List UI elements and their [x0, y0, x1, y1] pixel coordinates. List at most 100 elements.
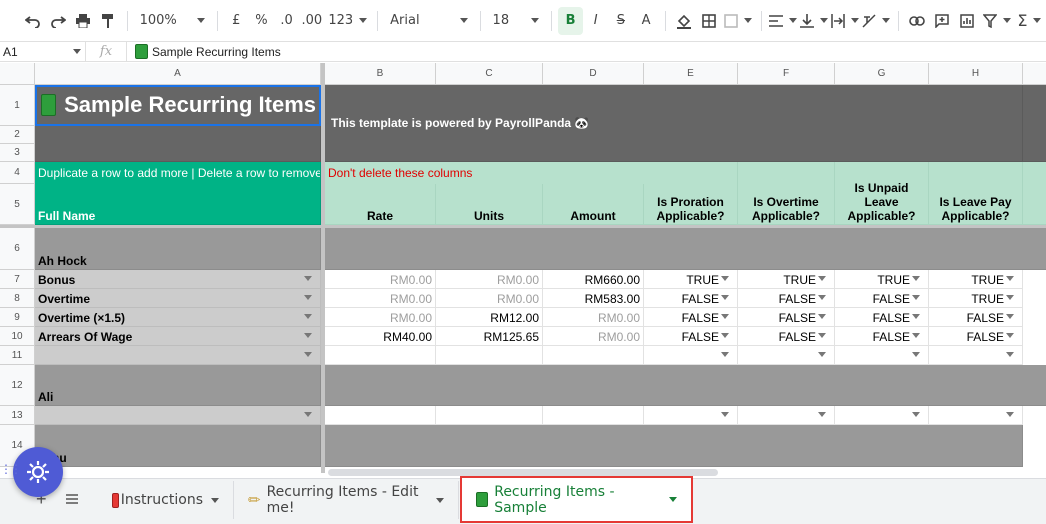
- units-cell[interactable]: RM0.00: [436, 270, 543, 289]
- full-name-header[interactable]: Full Name: [35, 184, 321, 225]
- name-box[interactable]: A1: [0, 41, 86, 62]
- percent-format-button[interactable]: %: [249, 7, 274, 35]
- employee-name-cell[interactable]: Ali: [35, 365, 321, 406]
- empty-dropdown-cell[interactable]: [644, 406, 738, 425]
- amount-cell[interactable]: RM0.00: [543, 327, 644, 346]
- overtime-cell[interactable]: TRUE: [738, 270, 835, 289]
- text-wrap-icon[interactable]: [830, 7, 861, 35]
- insert-comment-icon[interactable]: [930, 7, 955, 35]
- row-header-5[interactable]: 5: [0, 184, 35, 225]
- redo-icon[interactable]: [45, 7, 70, 35]
- amount-cell[interactable]: RM0.00: [543, 308, 644, 327]
- column-header-a[interactable]: A: [35, 63, 321, 85]
- frozen-row-divider[interactable]: [0, 225, 1046, 228]
- amount-cell[interactable]: RM583.00: [543, 289, 644, 308]
- decrease-decimal-button[interactable]: .0: [274, 7, 299, 35]
- fill-color-icon[interactable]: [672, 7, 697, 35]
- column-header-g[interactable]: G: [835, 63, 929, 85]
- zoom-select[interactable]: 100%: [134, 7, 211, 35]
- merge-cells-icon[interactable]: [722, 7, 755, 35]
- item-name-cell[interactable]: Bonus: [35, 270, 321, 289]
- rate-cell[interactable]: RM0.00: [325, 308, 436, 327]
- empty-item-cell[interactable]: [35, 406, 321, 425]
- title-filler-cell[interactable]: [35, 126, 321, 162]
- empty-units-cell[interactable]: [436, 346, 543, 365]
- empty-rate-cell[interactable]: [325, 406, 436, 425]
- bold-icon[interactable]: B: [557, 6, 584, 35]
- overtime-header[interactable]: Is Overtime Applicable?: [738, 162, 835, 225]
- instruction-cell[interactable]: Duplicate a row to add more | Delete a r…: [35, 162, 321, 184]
- select-all-corner[interactable]: [0, 63, 35, 85]
- more-formats-button[interactable]: 123: [324, 7, 371, 35]
- formula-input[interactable]: Sample Recurring Items: [126, 41, 281, 62]
- proration-cell[interactable]: TRUE: [644, 270, 738, 289]
- rate-cell[interactable]: RM40.00: [325, 327, 436, 346]
- drag-handle-icon[interactable]: ⋮⋮: [0, 462, 22, 476]
- extension-fab-button[interactable]: [13, 447, 63, 497]
- row-header-12[interactable]: 12: [0, 365, 35, 406]
- empty-amount-cell[interactable]: [543, 406, 644, 425]
- row-header-6[interactable]: 6: [0, 228, 35, 270]
- tab-recurring-items-sample[interactable]: Recurring Items - Sample: [460, 476, 693, 523]
- row-header-13[interactable]: 13: [0, 406, 35, 425]
- row-header-11[interactable]: 11: [0, 346, 35, 365]
- empty-dropdown-cell[interactable]: [835, 406, 929, 425]
- empty-units-cell[interactable]: [436, 406, 543, 425]
- unpaid-leave-cell[interactable]: TRUE: [835, 270, 929, 289]
- row-header-7[interactable]: 7: [0, 270, 35, 289]
- borders-icon[interactable]: [697, 7, 722, 35]
- row-header-10[interactable]: 10: [0, 327, 35, 346]
- text-color-icon[interactable]: A: [633, 7, 658, 35]
- empty-item-cell[interactable]: [35, 346, 321, 365]
- row-header-1[interactable]: 1: [0, 85, 35, 126]
- rate-cell[interactable]: RM0.00: [325, 289, 436, 308]
- empty-dropdown-cell[interactable]: [738, 346, 835, 365]
- units-cell[interactable]: RM125.65: [436, 327, 543, 346]
- item-name-cell[interactable]: Overtime: [35, 289, 321, 308]
- currency-format-button[interactable]: £: [224, 7, 249, 35]
- empty-amount-cell[interactable]: [543, 346, 644, 365]
- empty-dropdown-cell[interactable]: [929, 346, 1023, 365]
- column-header-c[interactable]: C: [436, 63, 543, 85]
- proration-cell[interactable]: FALSE: [644, 308, 738, 327]
- print-icon[interactable]: [70, 7, 95, 35]
- row-header-2[interactable]: 2: [0, 126, 35, 144]
- amount-cell[interactable]: RM660.00: [543, 270, 644, 289]
- empty-dropdown-cell[interactable]: [835, 346, 929, 365]
- row-header-8[interactable]: 8: [0, 289, 35, 308]
- increase-decimal-button[interactable]: .00: [299, 7, 324, 35]
- column-header-h[interactable]: H: [929, 63, 1023, 85]
- units-cell[interactable]: RM0.00: [436, 289, 543, 308]
- text-rotation-icon[interactable]: [861, 7, 892, 35]
- insert-chart-icon[interactable]: [955, 7, 980, 35]
- overtime-cell[interactable]: FALSE: [738, 308, 835, 327]
- leave-pay-cell[interactable]: TRUE: [929, 270, 1023, 289]
- empty-rate-cell[interactable]: [325, 346, 436, 365]
- horizontal-align-icon[interactable]: [768, 7, 799, 35]
- tab-recurring-items-edit[interactable]: ✏ Recurring Items - Edit me!: [234, 481, 459, 519]
- units-header[interactable]: Units: [436, 184, 543, 225]
- unpaid-leave-cell[interactable]: FALSE: [835, 327, 929, 346]
- employee-name-cell[interactable]: ...thu: [35, 425, 321, 467]
- insert-link-icon[interactable]: [905, 7, 930, 35]
- paint-format-icon[interactable]: [95, 7, 120, 35]
- overtime-cell[interactable]: FALSE: [738, 327, 835, 346]
- vertical-align-icon[interactable]: [799, 7, 830, 35]
- proration-header[interactable]: Is Proration Applicable?: [644, 162, 738, 225]
- employee-name-cell[interactable]: Ah Hock: [35, 228, 321, 270]
- tab-instructions[interactable]: Instructions: [98, 481, 234, 519]
- horizontal-scrollbar[interactable]: [328, 469, 718, 476]
- item-name-cell[interactable]: Arrears Of Wage: [35, 327, 321, 346]
- rate-header[interactable]: Rate: [325, 184, 436, 225]
- font-select[interactable]: Arial: [384, 7, 473, 35]
- leave-pay-cell[interactable]: FALSE: [929, 308, 1023, 327]
- column-header-f[interactable]: F: [738, 63, 835, 85]
- font-size-select[interactable]: 18: [487, 7, 545, 35]
- empty-dropdown-cell[interactable]: [929, 406, 1023, 425]
- row-header-9[interactable]: 9: [0, 308, 35, 327]
- rate-cell[interactable]: RM0.00: [325, 270, 436, 289]
- filter-icon[interactable]: [980, 7, 1013, 35]
- leave-pay-cell[interactable]: TRUE: [929, 289, 1023, 308]
- empty-dropdown-cell[interactable]: [644, 346, 738, 365]
- powered-by-cell[interactable]: This template is powered by PayrollPanda…: [325, 85, 1023, 162]
